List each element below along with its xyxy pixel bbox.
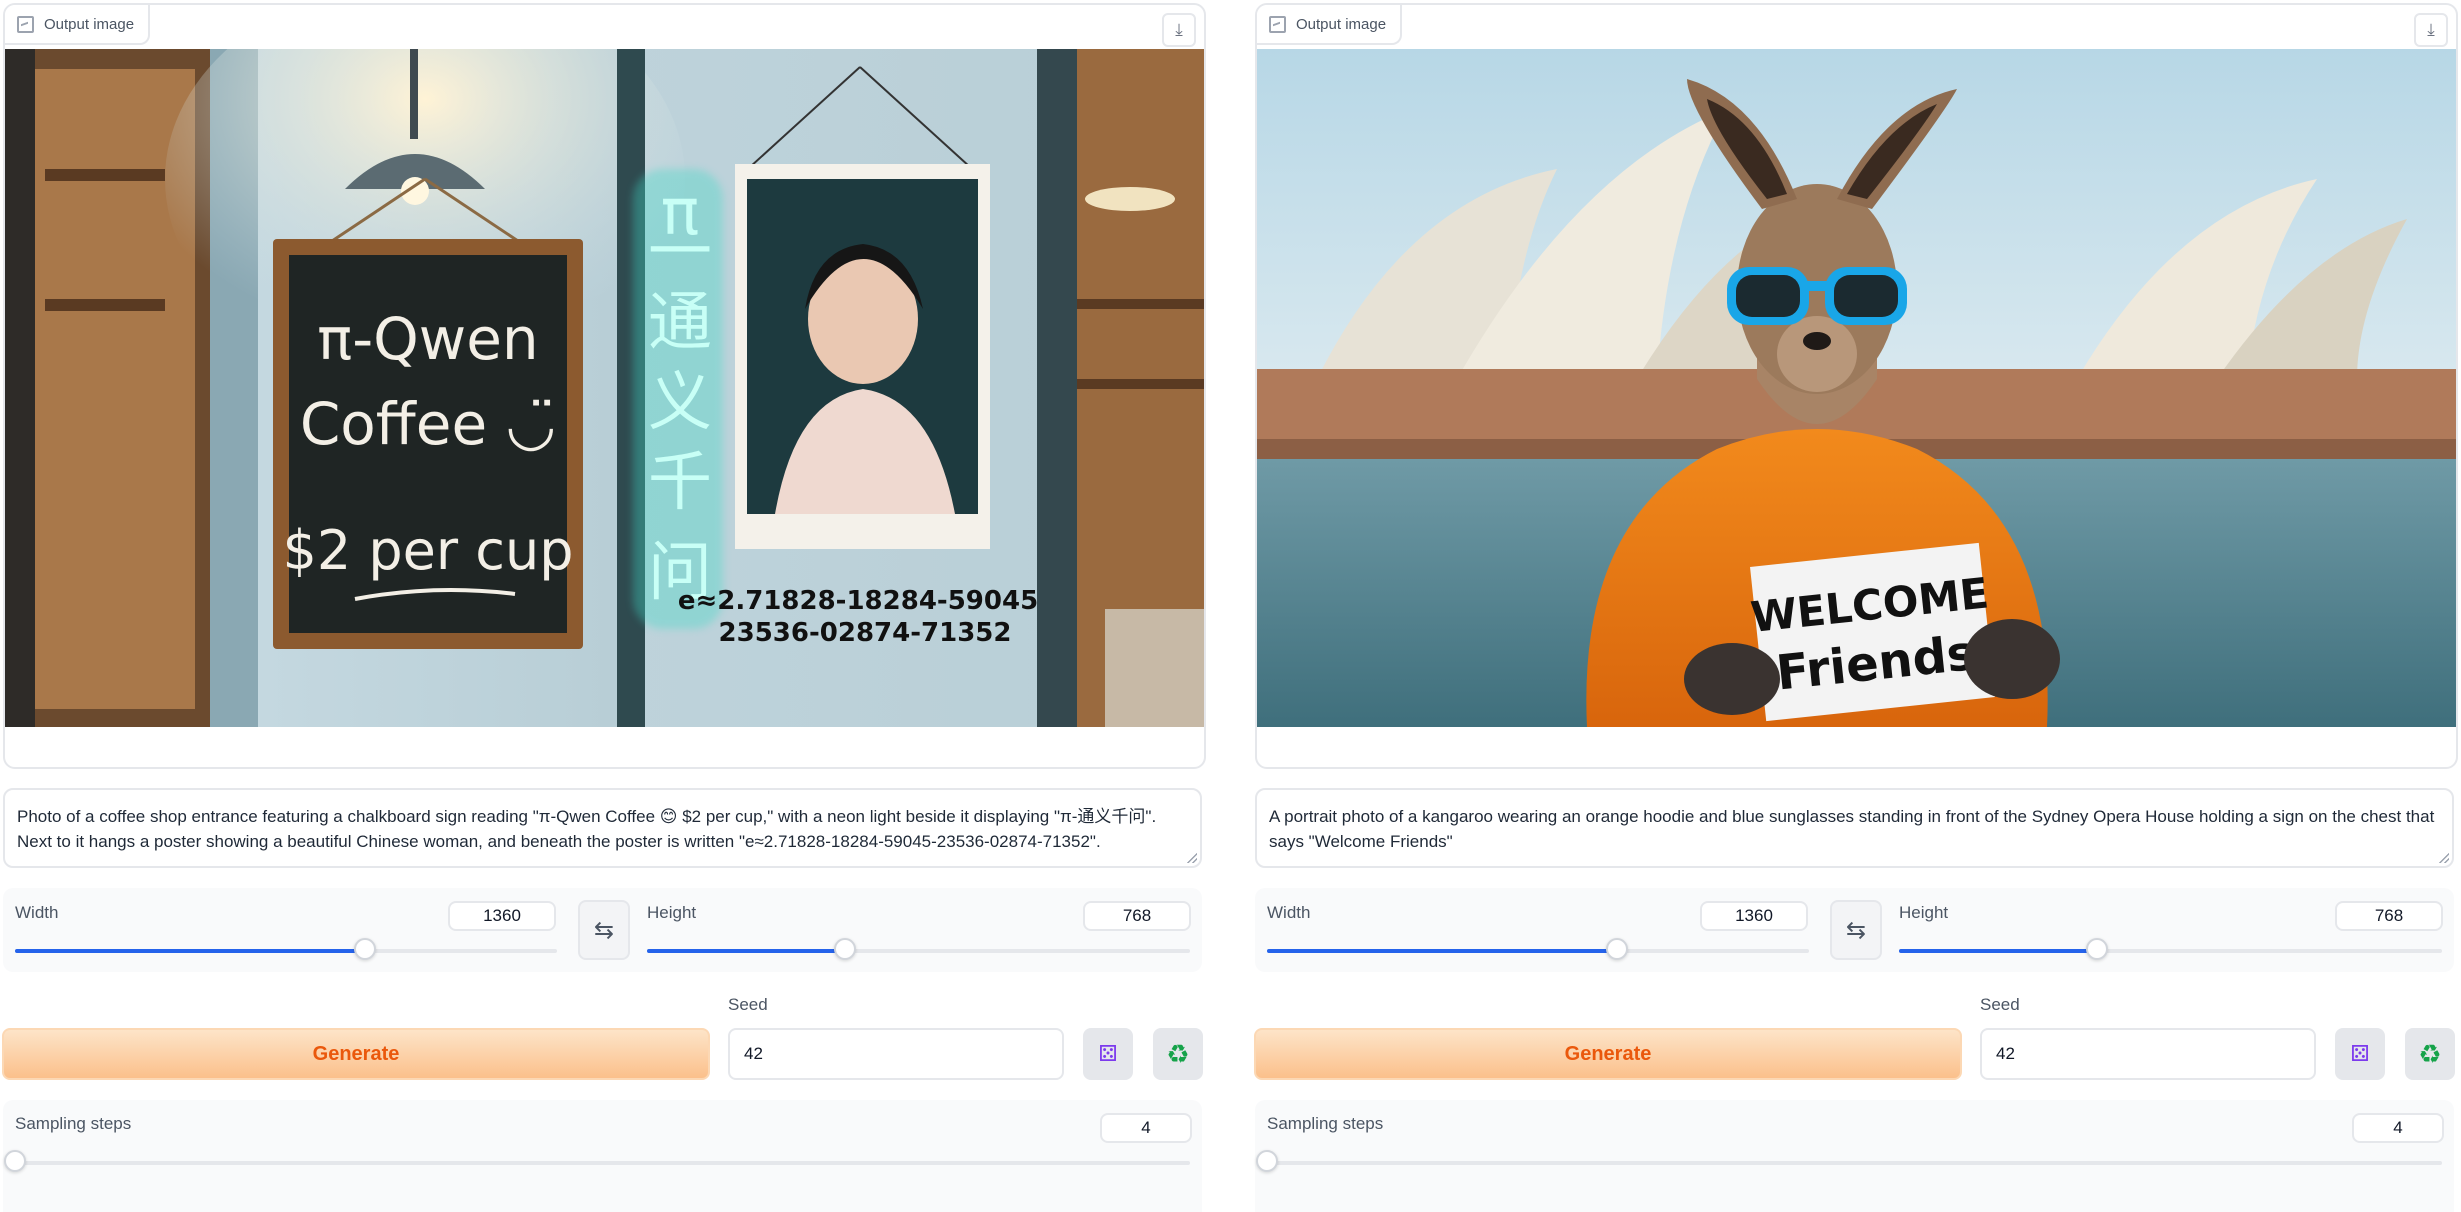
height-slider-thumb[interactable] [2086,938,2109,960]
resize-grip-icon[interactable] [1187,853,1197,863]
width-slider[interactable] [1267,938,1809,960]
output-image-tag: Output image [1257,5,1403,45]
resize-grip-icon[interactable] [2439,853,2449,863]
output-image: WELCOME Friends [1257,49,2456,727]
image-icon [1269,15,1286,33]
randomize-seed-button[interactable]: ⚄ [1083,1028,1133,1080]
height-slider[interactable] [1899,938,2442,960]
width-slider-fill [1267,949,1617,953]
dice-icon: ⚄ [2350,1041,2370,1066]
height-label: Height [647,903,697,922]
height-slider-fill [647,949,846,953]
reuse-seed-button[interactable]: ♻ [1153,1028,1203,1080]
height-slider-thumb[interactable] [834,938,857,960]
output-image-block: Output image ⤓ [1255,3,2458,769]
width-number-input[interactable]: 1360 [1700,901,1808,931]
swap-dimensions-button[interactable]: ⇆ [578,900,630,960]
width-label: Width [15,903,59,922]
image-icon [17,15,34,33]
generate-button[interactable]: Generate [1254,1028,1962,1080]
dice-icon: ⚄ [1098,1041,1118,1066]
swap-icon: ⇆ [1845,916,1867,944]
sampling-steps-block: Sampling steps 4 [3,1100,1202,1212]
seed-label: Seed [1980,995,2020,1014]
neon-char: 千 [648,446,712,520]
seed-label: Seed [728,995,768,1014]
steps-slider[interactable] [1256,1150,2442,1172]
height-slider-group: Height 768 [1887,888,2454,972]
prompt-text: A portrait photo of a kangaroo wearing a… [1269,807,2435,851]
download-button[interactable]: ⤓ [2414,13,2448,47]
swap-dimensions-button[interactable]: ⇆ [1830,900,1882,960]
width-number-input[interactable]: 1360 [448,901,556,931]
download-icon: ⤓ [2427,20,2435,39]
board-text-line3: $2 per cup [283,519,574,582]
steps-slider-thumb[interactable] [1256,1150,1278,1172]
recycle-icon: ♻ [1166,1038,1190,1069]
dimensions-row: Width 1360 ⇆ Height 768 [1255,888,2454,972]
generate-button[interactable]: Generate [2,1028,710,1080]
board-text-line2: Coffee ◡̈ [300,390,556,458]
width-slider-thumb[interactable] [353,938,376,960]
width-slider-group: Width 1360 [1255,888,1825,972]
neon-sign: π 一 通 义 千 问 [648,176,712,610]
output-image-label: Output image [1296,15,1387,33]
prompt-textarea[interactable]: A portrait photo of a kangaroo wearing a… [1255,788,2454,868]
reuse-seed-button[interactable]: ♻ [2405,1028,2455,1080]
output-image-label: Output image [44,15,135,33]
width-slider-fill [15,949,365,953]
steps-slider-thumb[interactable] [4,1150,26,1172]
download-icon: ⤓ [1175,20,1183,39]
height-label: Height [1899,903,1949,922]
steps-number-input[interactable]: 4 [2352,1113,2444,1143]
height-slider-group: Height 768 [635,888,1202,972]
randomize-seed-button[interactable]: ⚄ [2335,1028,2385,1080]
width-label: Width [1267,903,1311,922]
seed-input[interactable]: 42 [728,1028,1064,1080]
width-slider-thumb[interactable] [1605,938,1628,960]
neon-char: 义 [648,366,712,440]
output-image: π-Qwen Coffee ◡̈ $2 per cup π 一 通 义 千 问 [5,49,1204,727]
board-text-line1: π-Qwen [317,305,538,373]
download-button[interactable]: ⤓ [1162,13,1196,47]
kangaroo-photo: WELCOME Friends [1257,49,2456,727]
neon-char: 一 [648,216,712,290]
width-slider[interactable] [15,938,557,960]
dimensions-row: Width 1360 ⇆ Height 768 [3,888,1202,972]
output-image-block: Output image ⤓ [3,3,1206,769]
height-number-input[interactable]: 768 [1083,901,1191,931]
steps-slider[interactable] [4,1150,1190,1172]
seed-input[interactable]: 42 [1980,1028,2316,1080]
neon-char: 通 [648,286,712,360]
height-slider[interactable] [647,938,1190,960]
sampling-steps-block: Sampling steps 4 [1255,1100,2454,1212]
e-text-line1: e≈2.71828-18284-59045 [678,586,1038,616]
swap-icon: ⇆ [593,916,615,944]
steps-label: Sampling steps [15,1114,132,1133]
output-image-tag: Output image [5,5,151,45]
steps-number-input[interactable]: 4 [1100,1113,1192,1143]
generation-panel-coffee: Output image ⤓ π-Qwen Coffee ◡̈ $2 per c… [0,0,1206,1212]
steps-label: Sampling steps [1267,1114,1384,1133]
prompt-textarea[interactable]: Photo of a coffee shop entrance featurin… [3,788,1202,868]
height-slider-fill [1899,949,2098,953]
recycle-icon: ♻ [2418,1038,2442,1069]
e-text-line2: 23536-02874-71352 [719,618,1012,648]
prompt-text: Photo of a coffee shop entrance featurin… [17,807,1157,851]
coffee-shop-photo: π-Qwen Coffee ◡̈ $2 per cup π 一 通 义 千 问 [5,49,1204,727]
generation-panel-kangaroo: Output image ⤓ WELCOME Friends A portrai… [1252,0,2458,1212]
width-slider-group: Width 1360 [3,888,573,972]
height-number-input[interactable]: 768 [2335,901,2443,931]
